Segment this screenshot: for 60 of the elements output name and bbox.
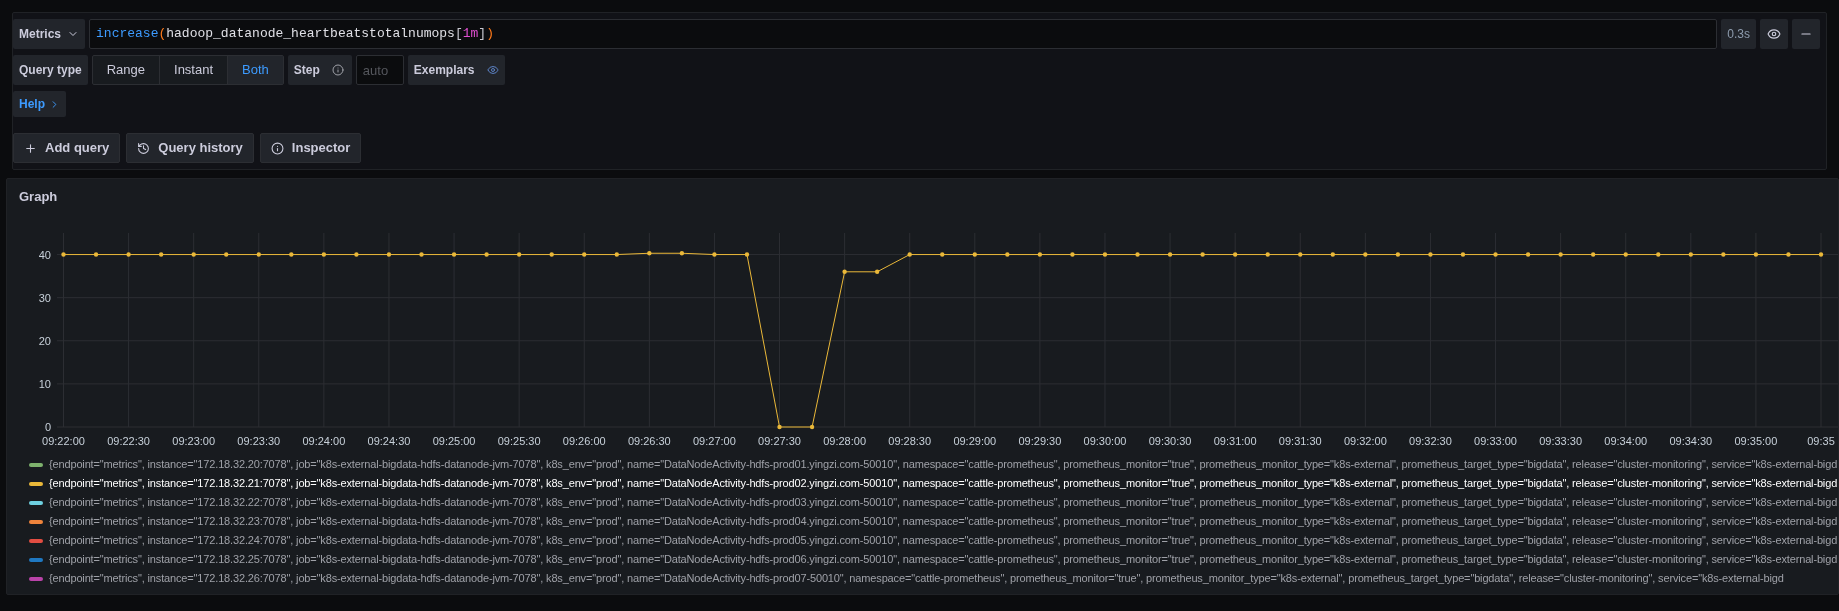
step-label: Step — [287, 55, 352, 85]
plus-icon — [24, 141, 37, 155]
query-type-label: Query type — [13, 55, 88, 85]
axis-label: 09:31:00 — [1213, 435, 1257, 447]
axis-label: 09:25:00 — [432, 435, 476, 447]
panel-title: Graph — [18, 188, 59, 207]
axis-label: 09:32:00 — [1343, 435, 1387, 447]
info-icon — [270, 141, 284, 155]
legend-item[interactable]: {endpoint="metrics", instance="172.18.32.25:7078", job="k8s-external-bigdata-hdfs-datanode-jvm-7078", k8s_env="prod", name="DataNodeActivity-hdfs-prod06.yingzi.com-50010", namespace="cattle-prometheus", prometheus_monitor="true", prometheus_monitor_type="k8s-external", prometheus_target_type="bigdata", release="cluster-monitoring", service="k8s-external-bigd — [49, 551, 1838, 568]
query-time: 0.3s — [1721, 19, 1756, 49]
axis-label: 09:30:00 — [1083, 435, 1127, 447]
axis-label: 09:27:30 — [758, 435, 801, 447]
axis-label: 09:23:30 — [237, 435, 281, 447]
legend-item[interactable]: {endpoint="metrics", instance="172.18.32.24:7078", job="k8s-external-bigdata-hdfs-datanode-jvm-7078", k8s_env="prod", name="DataNodeActivity-hdfs-prod05.yingzi.com-50010", namespace="cattle-prometheus", prometheus_monitor="true", prometheus_monitor_type="k8s-external", prometheus_target_type="bigdata", release="cluster-monitoring", service="k8s-external-bigd — [49, 532, 1838, 549]
datasource-button[interactable]: Metrics — [13, 19, 86, 49]
axis-label: 09:24:00 — [302, 435, 346, 447]
axis-label: 09:33:30 — [1539, 435, 1583, 447]
axis-label: 09:34:00 — [1604, 435, 1648, 447]
axis-label: 09:35:00 — [1734, 435, 1778, 447]
query-type-option[interactable]: Range — [92, 56, 159, 84]
step-field[interactable]: auto — [355, 55, 404, 85]
axis-label: 09:26:00 — [562, 435, 606, 447]
toolbar-button[interactable]: Query history — [126, 133, 254, 163]
query-field[interactable]: increase(hadoop_datanode_heartbeatstotalnumops[1m]) — [89, 19, 1718, 49]
axis-label: 10 — [38, 377, 51, 390]
legend-item[interactable]: {endpoint="metrics", instance="172.18.32.22:7078", job="k8s-external-bigdata-hdfs-datanode-jvm-7078", k8s_env="prod", name="DataNodeActivity-hdfs-prod03.yingzi.com-50010", namespace="cattle-prometheus", prometheus_monitor="true", prometheus_monitor_type="k8s-external", prometheus_target_type="bigdata", release="cluster-monitoring", service="k8s-external-bigd — [49, 494, 1838, 511]
info-icon — [331, 64, 344, 76]
help-link[interactable]: Help — [13, 91, 66, 117]
toolbar-button[interactable]: Add query — [13, 133, 121, 163]
axis-label: 09:29:30 — [1018, 435, 1062, 447]
axis-label: 09:28:00 — [823, 435, 867, 447]
axis-label: 09:32:30 — [1409, 435, 1452, 447]
axis-label: 09:22:00 — [42, 435, 85, 447]
legend-item[interactable]: {endpoint="metrics", instance="172.18.32.23:7078", job="k8s-external-bigdata-hdfs-datanode-jvm-7078", k8s_env="prod", name="DataNodeActivity-hdfs-prod04.yingzi.com-50010", namespace="cattle-prometheus", prometheus_monitor="true", prometheus_monitor_type="k8s-external", prometheus_target_type="bigdata", release="cluster-monitoring", service="k8s-external-bigd — [49, 513, 1838, 530]
eye-icon[interactable] — [1760, 19, 1788, 49]
axis-label: 09:33:00 — [1474, 435, 1517, 447]
legend-item[interactable]: {endpoint="metrics", instance="172.18.32.26:7078", job="k8s-external-bigdata-hdfs-datanode-jvm-7078", k8s_env="prod", name="DataNodeActivity-hdfs-prod07-50010", namespace="cattle-prometheus", prometheus_monitor="true", prometheus_monitor_type="k8s-external", prometheus_target_type="bigdata", release="cluster-monitoring", service="k8s-external-bigd — [49, 570, 1784, 587]
axis-label: 20 — [38, 334, 51, 347]
history-icon — [137, 141, 151, 155]
axis-label: 09:22:30 — [107, 435, 150, 447]
toolbar-button[interactable]: Inspector — [259, 133, 362, 163]
axis-label: 09:24:30 — [367, 435, 411, 447]
exemplars-toggle[interactable]: Exemplars — [407, 55, 505, 85]
axis-label: 09:35 — [1807, 435, 1835, 447]
legend-item[interactable]: {endpoint="metrics", instance="172.18.32.21:7078", job="k8s-external-bigdata-hdfs-datanode-jvm-7078", k8s_env="prod", name="DataNodeActivity-hdfs-prod02.yingzi.com-50010", namespace="cattle-prometheus", prometheus_monitor="true", prometheus_monitor_type="k8s-external", prometheus_target_type="bigdata", release="cluster-monitoring", service="k8s-external-bigd — [49, 475, 1838, 492]
eye-icon — [486, 64, 499, 76]
axis-label: 40 — [38, 248, 51, 261]
axis-label: 30 — [38, 291, 51, 304]
query-type-option[interactable]: Both — [227, 56, 283, 84]
axis-label: 09:30:30 — [1148, 435, 1192, 447]
axis-label: 09:34:30 — [1669, 435, 1713, 447]
axis-label: 09:25:30 — [497, 435, 541, 447]
axis-label: 09:27:00 — [693, 435, 736, 447]
axis-label: 0 — [44, 421, 51, 433]
axis-label: 09:26:30 — [627, 435, 671, 447]
axis-label: 09:28:30 — [888, 435, 932, 447]
axis-label: 09:29:00 — [953, 435, 997, 447]
axis-label: 09:23:00 — [172, 435, 216, 447]
axis-label: 09:31:30 — [1278, 435, 1322, 447]
legend-item[interactable]: {endpoint="metrics", instance="172.18.32.20:7078", job="k8s-external-bigdata-hdfs-datanode-jvm-7078", k8s_env="prod", name="DataNodeActivity-hdfs-prod01.yingzi.com-50010", namespace="cattle-prometheus", prometheus_monitor="true", prometheus_monitor_type="k8s-external", prometheus_target_type="bigdata", release="cluster-monitoring", service="k8s-external-bigd — [49, 456, 1838, 473]
